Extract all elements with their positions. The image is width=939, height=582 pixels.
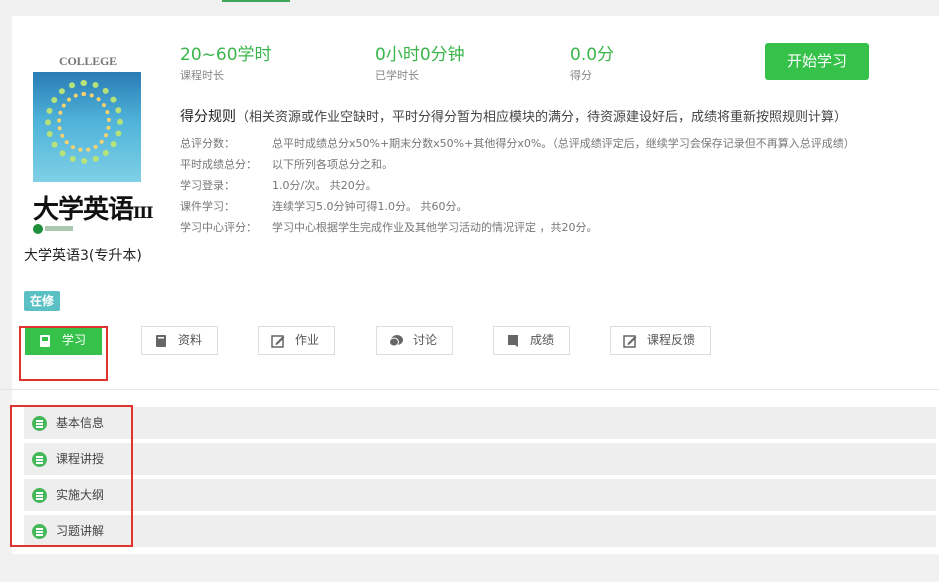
tab-label: 作业	[295, 333, 320, 347]
university-logo	[33, 224, 73, 234]
cover-art-ring-inner	[57, 92, 111, 152]
section-divider	[0, 389, 939, 390]
tab-label: 资料	[178, 333, 203, 347]
outline-item-exercises[interactable]: 习题讲解	[24, 515, 936, 547]
tab-grades[interactable]: 成绩	[493, 326, 570, 355]
rule-key: 学习中心评分：	[180, 221, 257, 234]
stat-value: 0.0分	[570, 45, 615, 65]
rule-key: 课件学习：	[180, 200, 235, 213]
top-tab-indicator	[222, 0, 290, 2]
tab-homework[interactable]: 作业	[258, 326, 335, 355]
rules-title-text: 得分规则	[180, 109, 236, 125]
feedback-edit-icon	[623, 335, 637, 348]
tab-course-feedback[interactable]: 课程反馈	[610, 326, 711, 355]
cover-big-title: 大学英语III	[33, 189, 153, 226]
cover-roman: III	[133, 203, 153, 222]
grade-icon	[508, 335, 518, 347]
status-badge: 在修	[24, 291, 61, 311]
chat-icon	[389, 335, 403, 347]
rule-value: 学习中心根据学生完成作业及其他学习活动的情况评定 ，共20分。	[272, 221, 598, 234]
highlight-box-study	[19, 326, 108, 381]
tab-label: 成绩	[530, 333, 555, 347]
rule-row: 学习中心评分： 学习中心根据学生完成作业及其他学习活动的情况评定 ，共20分。	[180, 219, 598, 235]
course-cover-image: COLLEGE ENGLISH 大学英语III	[33, 54, 153, 234]
tab-label: 讨论	[413, 333, 438, 347]
document-icon	[156, 335, 166, 347]
outline-item-lectures[interactable]: 课程讲授	[24, 443, 936, 475]
rule-row: 学习登录： 1.0分/次。 共20分。	[180, 177, 377, 193]
edit-icon	[271, 335, 285, 348]
stat-label: 课程时长	[180, 69, 224, 82]
outline-item-basic-info[interactable]: 基本信息	[24, 407, 936, 439]
scoring-rules-title: 得分规则（相关资源或作业空缺时，平时分得分暂为相应模块的满分，待资源建设好后，成…	[180, 106, 847, 126]
stat-label: 得分	[570, 69, 592, 82]
cover-art	[33, 72, 141, 182]
stat-course-duration: 20~60学时 课程时长	[180, 40, 272, 83]
tab-label: 课程反馈	[647, 333, 696, 347]
rule-key: 总评分数：	[180, 137, 235, 150]
stat-value: 20~60学时	[180, 45, 272, 65]
stat-value: 0小时0分钟	[375, 45, 465, 65]
highlight-box-outline	[10, 405, 133, 547]
rule-value: 连续学习5.0分钟可得1.0分。 共60分。	[272, 200, 468, 213]
tab-materials[interactable]: 资料	[141, 326, 218, 355]
rule-key: 学习登录：	[180, 179, 235, 192]
course-name: 大学英语3(专升本)	[24, 248, 142, 264]
rule-value: 以下所列各项总分之和。	[272, 158, 393, 171]
rule-row: 总评分数： 总平时成绩总分x50%+期末分数x50%+其他得分x0%。（总评成绩评…	[180, 135, 855, 151]
rule-row: 课件学习： 连续学习5.0分钟可得1.0分。 共60分。	[180, 198, 467, 214]
rule-key: 平时成绩总分：	[180, 158, 257, 171]
rule-row: 平时成绩总分： 以下所列各项总分之和。	[180, 156, 393, 172]
cover-big-text: 大学英语	[33, 195, 134, 225]
rule-value: 1.0分/次。 共20分。	[272, 179, 377, 192]
tab-discussion[interactable]: 讨论	[376, 326, 453, 355]
outline-item-syllabus[interactable]: 实施大纲	[24, 479, 936, 511]
rules-subtitle: （相关资源或作业空缺时，平时分得分暂为相应模块的满分，待资源建设好后，成绩将重新…	[236, 110, 848, 125]
stat-studied-time: 0小时0分钟 已学时长	[375, 40, 465, 83]
start-learning-button[interactable]: 开始学习	[765, 43, 869, 80]
rule-value: 总平时成绩总分x50%+期末分数x50%+其他得分x0%。（总评成绩评定后，继续…	[272, 137, 855, 150]
stat-label: 已学时长	[375, 69, 419, 82]
stat-score: 0.0分 得分	[570, 40, 614, 83]
